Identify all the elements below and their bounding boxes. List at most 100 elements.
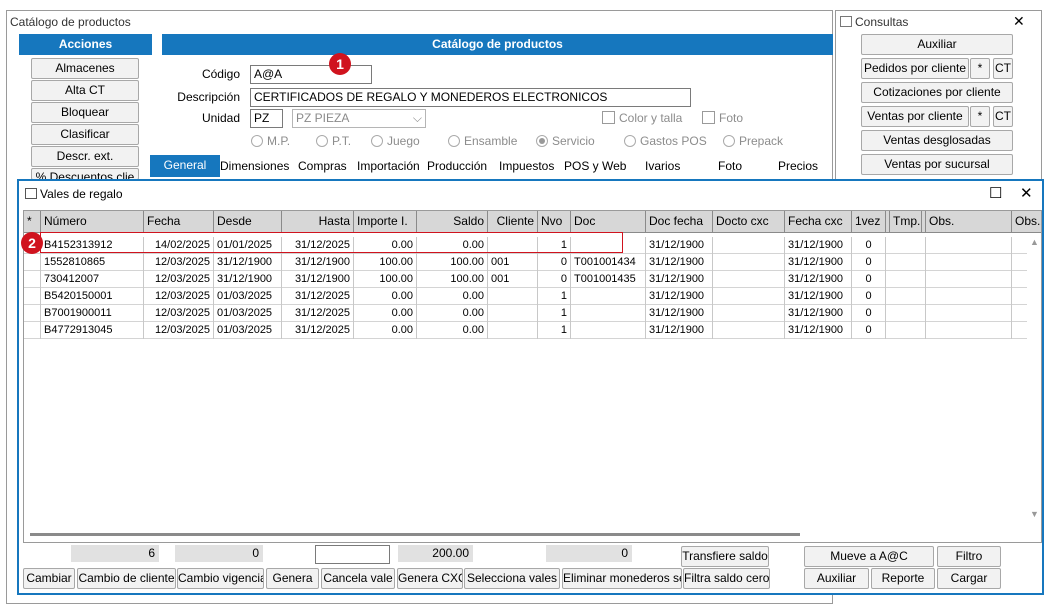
- clasificar-button[interactable]: Clasificar: [31, 124, 139, 145]
- cell-empty[interactable]: [926, 288, 1012, 305]
- tab-dimensiones[interactable]: Dimensiones: [220, 159, 289, 173]
- col-header-tmp[interactable]: Tmp.: [890, 211, 922, 233]
- cell-fecha-cxc[interactable]: 31/12/1900: [785, 254, 852, 271]
- mueve-button[interactable]: Mueve a A@C: [804, 546, 934, 567]
- cell-fecha[interactable]: 12/03/2025: [144, 305, 214, 322]
- cell-empty[interactable]: [886, 254, 926, 271]
- cell-fecha-cxc[interactable]: 31/12/1900: [785, 322, 852, 339]
- cell-empty[interactable]: [926, 305, 1012, 322]
- descripcion-field[interactable]: CERTIFICADOS DE REGALO Y MONEDEROS ELECT…: [250, 88, 691, 107]
- cell-empty[interactable]: [926, 271, 1012, 288]
- cell-docto-cxc[interactable]: [713, 254, 785, 271]
- foto-checkbox[interactable]: Foto: [702, 111, 743, 125]
- cell-doc[interactable]: [571, 305, 646, 322]
- radio-juego[interactable]: Juego: [371, 134, 420, 148]
- genera-cxc-button[interactable]: Genera CXC: [397, 568, 463, 589]
- cell-nvo[interactable]: 0: [538, 271, 571, 288]
- transfiere-saldo-button[interactable]: Transfiere saldo: [681, 546, 769, 567]
- cell-cliente[interactable]: [488, 288, 538, 305]
- cell-doc-fecha[interactable]: 31/12/1900: [646, 237, 713, 254]
- ventas-cliente-button[interactable]: Ventas por cliente: [861, 106, 969, 127]
- cell-cliente[interactable]: [488, 305, 538, 322]
- col-header-doc[interactable]: Doc: [571, 211, 646, 233]
- cell-desde[interactable]: 01/03/2025: [214, 322, 282, 339]
- cell-nvo[interactable]: 1: [538, 305, 571, 322]
- cell-fecha[interactable]: 12/03/2025: [144, 271, 214, 288]
- cell-cliente[interactable]: [488, 322, 538, 339]
- row-marker[interactable]: [24, 305, 41, 322]
- cell-fecha-cxc[interactable]: 31/12/1900: [785, 237, 852, 254]
- cell-numero[interactable]: 730412007: [41, 271, 144, 288]
- reporte-button[interactable]: Reporte: [871, 568, 935, 589]
- cotizaciones-button[interactable]: Cotizaciones por cliente: [861, 82, 1013, 103]
- cell-doc-fecha[interactable]: 31/12/1900: [646, 288, 713, 305]
- cell-1vez[interactable]: 0: [852, 271, 886, 288]
- cell-nvo[interactable]: 1: [538, 322, 571, 339]
- selecciona-vales-button[interactable]: Selecciona vales: [464, 568, 560, 589]
- cell-importe[interactable]: 100.00: [354, 271, 417, 288]
- col-header-obs2[interactable]: Obs.2: [1012, 211, 1041, 233]
- cell-1vez[interactable]: 0: [852, 288, 886, 305]
- row-marker[interactable]: [24, 288, 41, 305]
- cell-nvo[interactable]: 0: [538, 254, 571, 271]
- col-header-obs[interactable]: Obs.: [926, 211, 1012, 233]
- tab-impuestos[interactable]: Impuestos: [499, 159, 554, 173]
- col-header-1vez[interactable]: 1vez: [852, 211, 886, 233]
- almacenes-button[interactable]: Almacenes: [31, 58, 139, 79]
- col-header-importe[interactable]: Importe I.: [354, 211, 417, 233]
- scroll-down-icon[interactable]: ▼: [1030, 509, 1039, 519]
- col-header-saldo[interactable]: Saldo: [417, 211, 488, 233]
- cell-empty[interactable]: [886, 322, 926, 339]
- cell-fecha-cxc[interactable]: 31/12/1900: [785, 288, 852, 305]
- col-header-cliente[interactable]: Cliente: [488, 211, 538, 233]
- cell-nvo[interactable]: 1: [538, 288, 571, 305]
- cell-desde[interactable]: 31/12/1900: [214, 271, 282, 288]
- cell-doc-fecha[interactable]: 31/12/1900: [646, 254, 713, 271]
- cell-desde[interactable]: 01/03/2025: [214, 288, 282, 305]
- horizontal-scroll-thumb[interactable]: [30, 533, 800, 536]
- vertical-scrollbar[interactable]: ▲ ▼: [1027, 237, 1041, 527]
- cell-empty[interactable]: [926, 237, 1012, 254]
- codigo-field[interactable]: A@A: [250, 65, 372, 84]
- cell-docto-cxc[interactable]: [713, 237, 785, 254]
- ventas-sucursal-button[interactable]: Ventas por sucursal: [861, 154, 1013, 175]
- cell-doc[interactable]: [571, 322, 646, 339]
- cell-numero[interactable]: B5420150001: [41, 288, 144, 305]
- cell-fecha-cxc[interactable]: 31/12/1900: [785, 305, 852, 322]
- tab-general[interactable]: General: [150, 155, 220, 177]
- col-header-numero[interactable]: Número: [41, 211, 144, 233]
- cell-1vez[interactable]: 0: [852, 322, 886, 339]
- cell-saldo[interactable]: 0.00: [417, 305, 488, 322]
- table-row[interactable]: 730412007 12/03/2025 31/12/1900 31/12/1900 1…: [24, 271, 1027, 288]
- total-blank-field[interactable]: [315, 545, 390, 564]
- cell-doc-fecha[interactable]: 31/12/1900: [646, 271, 713, 288]
- cell-importe[interactable]: 100.00: [354, 254, 417, 271]
- ventas-desglosadas-button[interactable]: Ventas desglosadas: [861, 130, 1013, 151]
- cell-numero[interactable]: 1552810865: [41, 254, 144, 271]
- auxiliar-consulta-button[interactable]: Auxiliar: [861, 34, 1013, 55]
- cell-empty[interactable]: [886, 237, 926, 254]
- filtra-saldo-cero-button[interactable]: Filtra saldo cero: [683, 568, 770, 589]
- tab-precios[interactable]: Precios: [778, 159, 818, 173]
- ventas-ct-button[interactable]: CT: [993, 106, 1013, 127]
- cell-empty[interactable]: [886, 305, 926, 322]
- col-header-desde[interactable]: Desde: [214, 211, 282, 233]
- cell-doc-fecha[interactable]: 31/12/1900: [646, 305, 713, 322]
- maximize-icon[interactable]: ☐: [989, 184, 1002, 202]
- cell-empty[interactable]: [926, 322, 1012, 339]
- cell-fecha[interactable]: 12/03/2025: [144, 288, 214, 305]
- cell-1vez[interactable]: 0: [852, 305, 886, 322]
- cell-hasta[interactable]: 31/12/1900: [282, 254, 354, 271]
- tab-importacion[interactable]: Importación: [357, 159, 420, 173]
- col-header-fecha[interactable]: Fecha: [144, 211, 214, 233]
- radio-mp[interactable]: M.P.: [251, 134, 290, 148]
- cell-saldo[interactable]: 0.00: [417, 322, 488, 339]
- cell-1vez[interactable]: 0: [852, 237, 886, 254]
- tab-ivarios[interactable]: Ivarios: [645, 159, 680, 173]
- ventas-star-button[interactable]: *: [970, 106, 990, 127]
- cell-empty[interactable]: [926, 254, 1012, 271]
- row-marker[interactable]: [24, 254, 41, 271]
- cell-doc[interactable]: T001001434: [571, 254, 646, 271]
- color-talla-checkbox[interactable]: Color y talla: [602, 111, 682, 125]
- cell-hasta[interactable]: 31/12/1900: [282, 271, 354, 288]
